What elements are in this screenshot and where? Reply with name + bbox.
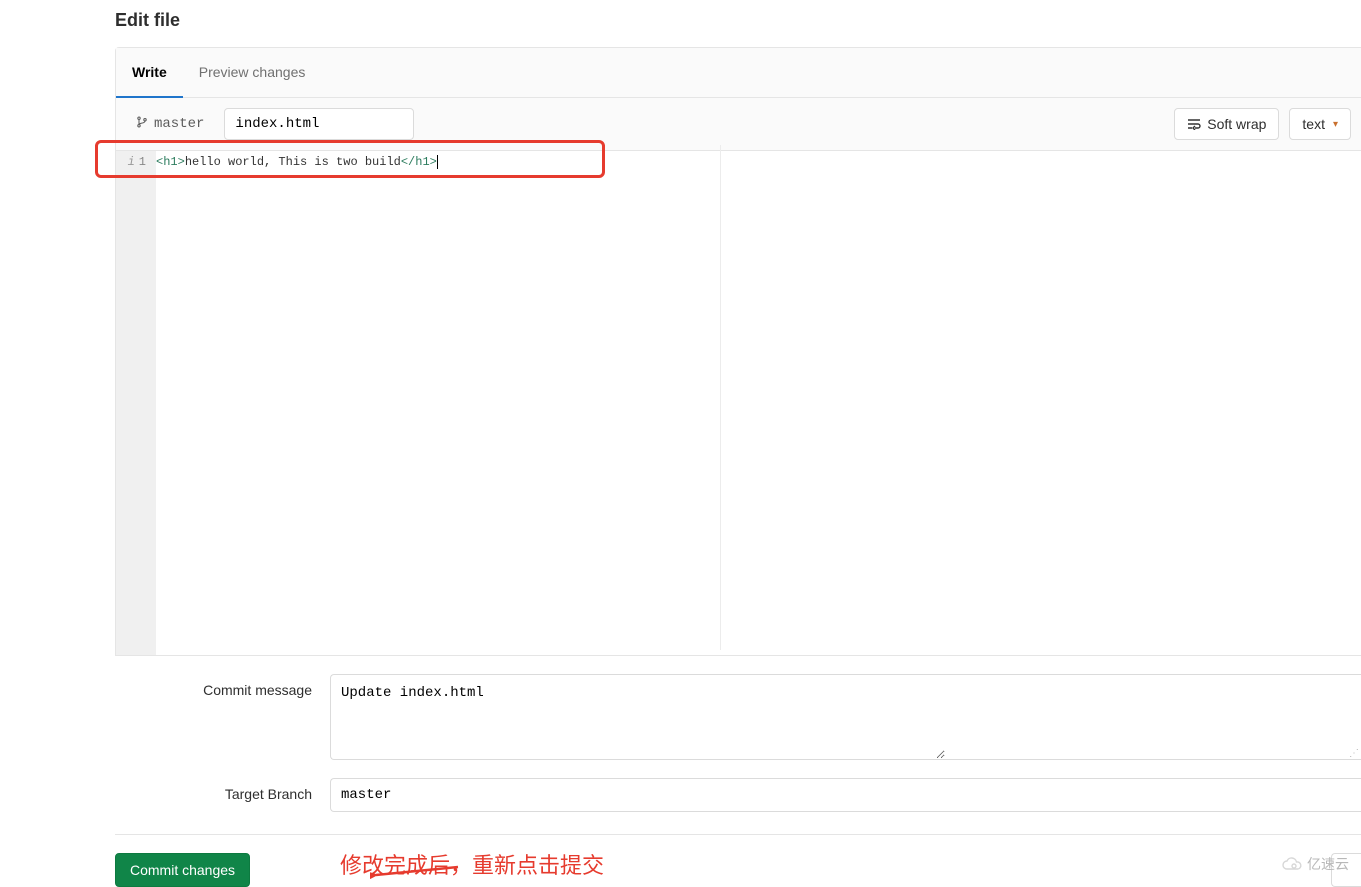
syntax-select[interactable]: text ▾ — [1289, 108, 1351, 140]
cloud-icon — [1281, 856, 1303, 872]
code-body[interactable]: <h1>hello world, This is two build</h1> — [156, 151, 1361, 655]
gutter-line-1: i1 — [116, 154, 156, 170]
soft-wrap-icon — [1187, 118, 1201, 130]
watermark-text: 亿速云 — [1307, 854, 1349, 874]
target-branch-label: Target Branch — [115, 778, 330, 802]
annotation-text: 修改完成后，重新点击提交 — [340, 848, 604, 880]
footer-actions: Commit changes 修改完成后，重新点击提交 — [115, 834, 1361, 887]
target-branch-row: Target Branch — [115, 778, 1361, 812]
soft-wrap-label: Soft wrap — [1207, 116, 1266, 132]
commit-changes-button[interactable]: Commit changes — [115, 853, 250, 887]
branch-icon — [136, 115, 148, 134]
code-editor[interactable]: i1 <h1>hello world, This is two build</h… — [116, 150, 1361, 655]
line-gutter: i1 — [116, 151, 156, 655]
syntax-label: text — [1302, 116, 1325, 132]
editor-toolbar: master Soft wrap text ▾ — [116, 98, 1361, 150]
branch-label: master — [126, 111, 214, 138]
soft-wrap-button[interactable]: Soft wrap — [1174, 108, 1279, 140]
commit-message-extra-area[interactable]: ⋰ — [945, 674, 1361, 760]
target-branch-input[interactable] — [330, 778, 1361, 812]
branch-name: master — [154, 116, 204, 132]
code-line-1: <h1>hello world, This is two build</h1> — [156, 154, 1361, 170]
resize-grip-icon[interactable]: ⋰ — [1349, 751, 1359, 757]
page-title: Edit file — [0, 0, 1361, 47]
tab-bar: Write Preview changes — [116, 48, 1361, 98]
chevron-down-icon: ▾ — [1333, 119, 1338, 130]
watermark: 亿速云 — [1281, 854, 1349, 874]
edit-panel: Write Preview changes master Soft wrap — [115, 47, 1361, 656]
text-cursor — [437, 155, 438, 169]
filename-input[interactable] — [224, 108, 414, 140]
commit-message-row: Commit message Update index.html ⋰ — [115, 674, 1361, 760]
info-icon: i — [128, 155, 135, 169]
commit-message-label: Commit message — [115, 674, 330, 698]
tab-preview-changes[interactable]: Preview changes — [183, 48, 322, 97]
commit-message-input[interactable]: Update index.html — [330, 674, 945, 760]
tab-write[interactable]: Write — [116, 48, 183, 98]
